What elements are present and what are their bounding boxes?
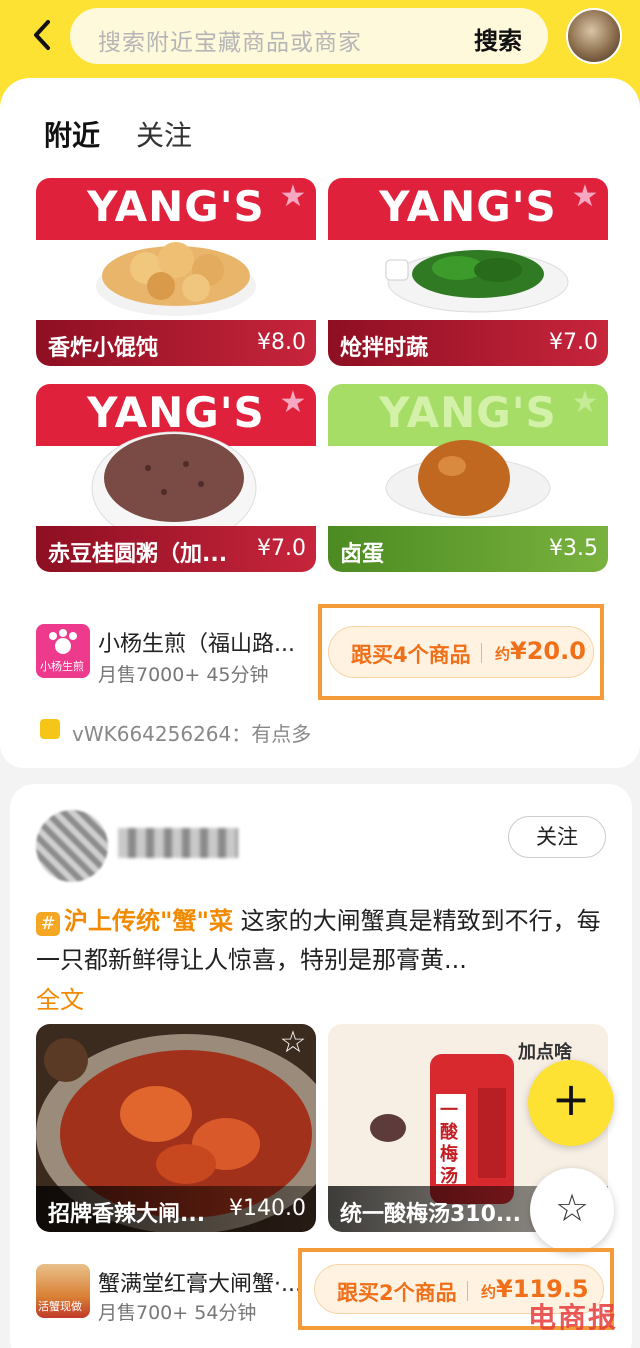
shop-logo-text: 活蟹现做 [38, 1300, 82, 1313]
product-card[interactable]: YANG'S ★ 卤蛋 ¥3.5 [328, 384, 608, 572]
tab-following[interactable]: 关注 [136, 114, 192, 154]
plus-icon: + [551, 1072, 591, 1126]
follow-buy-label: 跟买2个商品 [337, 1281, 457, 1305]
full-text-link[interactable]: 全文 [36, 980, 84, 1015]
product-name: 香炸小馄饨 [48, 336, 159, 361]
product-card[interactable]: YANG'S ★ 赤豆桂圆粥（加... ¥7.0 [36, 384, 316, 572]
post-tag[interactable]: 沪上传统"蟹"菜 [64, 907, 233, 935]
shop-meta: 月售700+ 54分钟 [98, 1302, 257, 1324]
product-price: ¥7.0 [549, 330, 598, 355]
search-button[interactable]: 搜索 [474, 21, 522, 56]
post-author-name-blurred[interactable] [118, 828, 238, 858]
shop-name[interactable]: 小杨生煎（福山路... [98, 626, 295, 658]
tab-nearby[interactable]: 附近 [44, 114, 100, 154]
product-name: 卤蛋 [340, 542, 385, 567]
product-card[interactable]: ☆ 招牌香辣大闸... ¥140.0 [36, 1024, 316, 1232]
shop-logo[interactable]: 活蟹现做 [36, 1264, 90, 1318]
hashtag-icon: # [36, 912, 60, 936]
add-button[interactable]: + [528, 1060, 614, 1146]
product-name: 赤豆桂圆粥（加... [48, 542, 228, 567]
search-bar[interactable]: 搜索附近宝藏商品或商家 搜索 [70, 8, 548, 64]
favorite-star-icon[interactable]: ☆ [276, 1026, 310, 1060]
favorite-button[interactable]: ☆ [530, 1168, 614, 1252]
shop-logo[interactable]: 小杨生煎 [36, 624, 90, 678]
chevron-left-icon [34, 20, 50, 50]
product-name: 炝拌时蔬 [340, 336, 429, 361]
post-author-avatar[interactable] [36, 810, 108, 882]
drink-can-label: 一酸梅汤 [440, 1100, 458, 1187]
product-price: ¥8.0 [257, 330, 306, 355]
favorite-star-icon[interactable]: ★ [276, 180, 310, 214]
favorite-star-icon[interactable]: ★ [276, 386, 310, 420]
product-card[interactable]: YANG'S ★ 香炸小馄饨 ¥8.0 [36, 178, 316, 366]
watermark: 电商报 [528, 1301, 619, 1334]
shop-meta: 月售7000+ 45分钟 [98, 664, 269, 686]
comment-user-icon [40, 719, 60, 739]
follow-buy-button[interactable]: 跟买4个商品 约¥20.0 [328, 626, 594, 678]
back-button[interactable] [26, 16, 60, 54]
user-avatar[interactable] [566, 8, 622, 64]
shop-name[interactable]: 蟹满堂红膏大闸蟹·... [98, 1266, 302, 1298]
shop-logo-text: 小杨生煎 [40, 660, 84, 673]
post-text: # 沪上传统"蟹"菜 这家的大闸蟹真是精致到不行，每一只都新鲜得让人惊喜，特别是那… [36, 902, 610, 980]
product-card[interactable]: YANG'S ★ 炝拌时蔬 ¥7.0 [328, 178, 608, 366]
highlight-frame: 跟买4个商品 约¥20.0 [318, 604, 604, 700]
product-price: ¥7.0 [257, 536, 306, 561]
follow-button[interactable]: 关注 [508, 816, 606, 858]
product-price: ¥3.5 [549, 536, 598, 561]
favorite-star-icon[interactable]: ★ [568, 386, 602, 420]
follow-buy-price: 约¥20.0 [495, 637, 586, 665]
search-input[interactable]: 搜索附近宝藏商品或商家 [98, 23, 362, 57]
product-price: ¥140.0 [229, 1196, 306, 1221]
star-icon: ☆ [554, 1186, 590, 1230]
follow-buy-label: 跟买4个商品 [351, 643, 471, 667]
favorite-star-icon[interactable]: ★ [568, 180, 602, 214]
product-name: 招牌香辣大闸... [48, 1202, 206, 1227]
comment-text: vWK664256264：有点多 [72, 722, 312, 746]
paw-icon [49, 629, 77, 654]
